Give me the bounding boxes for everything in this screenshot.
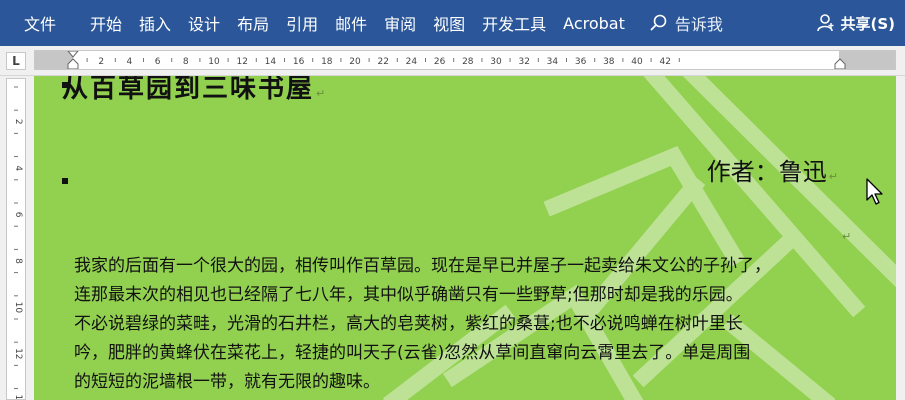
ruler-number: 2 xyxy=(98,57,104,67)
ribbon-tabs: 开始 插入 设计 布局 引用 邮件 审阅 视图 开发工具 Acrobat xyxy=(90,0,625,46)
ruler-spacer xyxy=(26,76,34,400)
tab-view[interactable]: 视图 xyxy=(433,0,465,46)
tab-acrobat[interactable]: Acrobat xyxy=(563,0,625,46)
ruler-row: L 2 4 6 8 10 12 14 16 18 20 22 24 26 28 30 32 34 36 38 40 42 xyxy=(0,46,905,76)
ruler-number: 10 xyxy=(13,302,23,314)
tab-layout[interactable]: 布局 xyxy=(237,0,269,46)
bullet-marker xyxy=(62,178,68,184)
ruler-number: 36 xyxy=(575,57,587,67)
body-paragraph: 我家的后面有一个很大的园，相传叫作百草园。现在是早已并屋子一起卖给朱文公的子孙了… xyxy=(74,252,864,397)
horizontal-ruler[interactable]: 2 4 6 8 10 12 14 16 18 20 22 24 26 28 30 32 34 36 38 40 42 xyxy=(34,50,896,70)
body-line: 吟，肥胖的黄蜂伏在菜花上，轻捷的叫天子(云雀)忽然从草间直窜向云霄里去了。单是周… xyxy=(74,343,751,363)
ruler-number: 42 xyxy=(659,57,670,67)
ruler-number: 40 xyxy=(631,57,643,67)
ruler-number: 16 xyxy=(293,57,305,67)
horizontal-ruler-ticks: 2 4 6 8 10 12 14 16 18 20 22 24 26 28 30 32 34 36 38 40 42 xyxy=(67,51,846,69)
ruler-number: 32 xyxy=(518,57,529,67)
tab-insert[interactable]: 插入 xyxy=(139,0,171,46)
ribbon-tab-bar: 文件 开始 插入 设计 布局 引用 邮件 审阅 视图 开发工具 Acrobat … xyxy=(0,0,905,46)
tab-stop-selector[interactable]: L xyxy=(6,52,26,70)
bullet-marker xyxy=(62,82,68,88)
ruler-number: 26 xyxy=(434,57,446,67)
body-line: 不必说碧绿的菜畦，光滑的石井栏，高大的皂荚树，紫红的桑葚;也不必说鸣蝉在树叶里长 xyxy=(74,314,743,334)
paragraph-mark: ↵ xyxy=(316,87,328,100)
ruler-number: 4 xyxy=(13,165,23,171)
ruler-number: 2 xyxy=(13,119,23,125)
ruler-number: 12 xyxy=(236,57,247,67)
tell-me-box[interactable]: 告诉我 xyxy=(649,11,723,35)
tell-me-label: 告诉我 xyxy=(674,15,723,34)
tab-developer[interactable]: 开发工具 xyxy=(482,0,546,46)
ruler-number: 24 xyxy=(406,57,418,67)
tab-references[interactable]: 引用 xyxy=(286,0,318,46)
document-page[interactable]: 从百草园到三味书屋 ↵ 作者：鲁迅 ↵ ↵ 我家的后面有一个很大的园，相传叫作百草园… xyxy=(34,76,896,400)
tab-home[interactable]: 开始 xyxy=(90,0,122,46)
ruler-number: 8 xyxy=(183,57,189,67)
body-line: 连那最末次的相见也已经隔了七八年，其中似乎确凿只有一些野草;但那时却是我的乐园。 xyxy=(74,285,743,305)
tab-file[interactable]: 文件 xyxy=(24,0,56,46)
tab-review[interactable]: 审阅 xyxy=(384,0,416,46)
document-title: 从百草园到三味书屋 ↵ xyxy=(62,76,328,104)
ruler-number: 10 xyxy=(208,57,220,67)
ruler-number: 14 xyxy=(265,57,277,67)
share-button[interactable]: 共享(S) xyxy=(816,13,895,34)
tab-design[interactable]: 设计 xyxy=(188,0,220,46)
lightbulb-search-icon xyxy=(650,14,667,31)
person-icon xyxy=(817,14,834,32)
empty-paragraph-mark: ↵ xyxy=(842,230,852,243)
ruler-number: 38 xyxy=(603,57,615,67)
hanging-indent-marker[interactable] xyxy=(67,58,79,69)
share-label: 共享(S) xyxy=(840,14,895,33)
tab-mailings[interactable]: 邮件 xyxy=(335,0,367,46)
ruler-number: 18 xyxy=(321,57,333,67)
ruler-number: 20 xyxy=(349,57,361,67)
ruler-number: 6 xyxy=(155,57,161,67)
ruler-number: 28 xyxy=(462,57,474,67)
ruler-number: 6 xyxy=(13,212,23,218)
vertical-ruler[interactable]: 2 4 6 8 10 12 14 xyxy=(6,78,26,400)
body-line: 我家的后面有一个很大的园，相传叫作百草园。现在是早已并屋子一起卖给朱文公的子孙了… xyxy=(74,256,771,276)
ruler-number: 30 xyxy=(490,57,502,67)
ruler-number: 8 xyxy=(13,258,23,264)
author-line: 作者：鲁迅 ↵ xyxy=(706,158,838,186)
ruler-number: 4 xyxy=(127,57,133,67)
body-line: 的短短的泥墙根一带，就有无限的趣味。 xyxy=(74,372,380,392)
ruler-number: 14 xyxy=(13,394,23,399)
mouse-pointer-icon xyxy=(866,178,883,205)
right-gutter xyxy=(896,76,905,400)
first-line-indent-marker[interactable] xyxy=(67,51,79,58)
ruler-number: 22 xyxy=(377,57,388,67)
paragraph-mark: ↵ xyxy=(828,170,838,183)
vertical-ruler-ticks: 2 4 6 8 10 12 14 xyxy=(13,86,23,399)
ruler-number: 34 xyxy=(547,57,559,67)
right-indent-marker[interactable] xyxy=(834,58,846,69)
ruler-number: 12 xyxy=(13,348,23,359)
